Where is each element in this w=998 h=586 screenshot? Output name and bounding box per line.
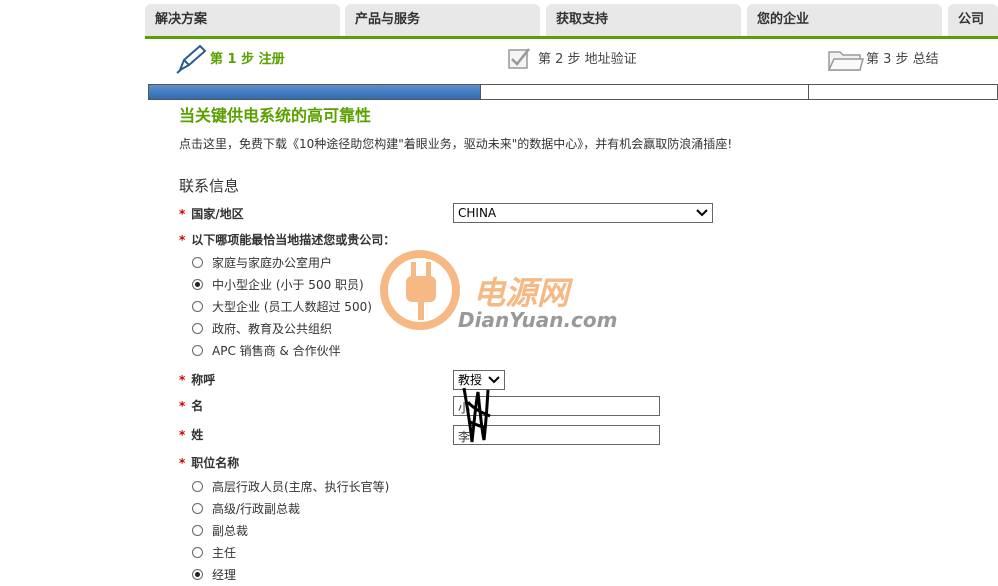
required-mark: * bbox=[179, 233, 186, 247]
last-name-label: * 姓 bbox=[179, 428, 204, 442]
radio-button[interactable] bbox=[192, 345, 203, 356]
company-option[interactable]: 中小型企业 (小于 500 职员) bbox=[192, 276, 364, 294]
radio-button-selected[interactable] bbox=[192, 569, 203, 580]
required-mark: * bbox=[179, 428, 186, 442]
progress-divider bbox=[480, 85, 481, 99]
redaction-scribble bbox=[462, 387, 491, 443]
country-label: * 国家/地区 bbox=[179, 207, 244, 221]
section-title: 联系信息 bbox=[179, 177, 240, 195]
checkbox-check-icon bbox=[508, 48, 530, 69]
progress-fill bbox=[149, 85, 480, 99]
job-title-label: * 职位名称 bbox=[179, 456, 240, 470]
required-mark: * bbox=[179, 399, 186, 413]
plug-icon bbox=[380, 250, 460, 330]
promo-text[interactable]: 点击这里，免费下载《10种途径助您构建"着眼业务，驱动未来"的数据中心》，并有机… bbox=[179, 135, 732, 152]
job-option[interactable]: 高层行政人员(主席、执行长官等) bbox=[192, 478, 389, 496]
required-mark: * bbox=[179, 373, 186, 387]
radio-button[interactable] bbox=[192, 481, 203, 492]
radio-button[interactable] bbox=[192, 301, 203, 312]
job-option[interactable]: 主任 bbox=[192, 544, 236, 562]
company-option[interactable]: APC 销售商 & 合作伙伴 bbox=[192, 342, 341, 360]
first-name-label: * 名 bbox=[179, 399, 204, 413]
step-2-label: 第 2 步 地址验证 bbox=[538, 52, 637, 67]
job-option[interactable]: 副总裁 bbox=[192, 522, 248, 540]
radio-button-selected[interactable] bbox=[192, 279, 203, 290]
job-option[interactable]: 高级/行政副总裁 bbox=[192, 500, 300, 518]
radio-button[interactable] bbox=[192, 323, 203, 334]
radio-button[interactable] bbox=[192, 547, 203, 558]
top-navigation: 解决方案 产品与服务 获取支持 您的企业 公司 bbox=[145, 4, 998, 36]
chevron-down-icon bbox=[696, 204, 708, 228]
salutation-label: * 称呼 bbox=[179, 373, 216, 387]
folder-icon bbox=[827, 51, 864, 71]
headline: 当关键供电系统的高可靠性 bbox=[179, 106, 372, 125]
progress-bar bbox=[148, 84, 998, 100]
progress-divider bbox=[808, 85, 809, 99]
nav-tab-solutions[interactable]: 解决方案 bbox=[145, 4, 340, 36]
watermark-domain: DianYuan.com bbox=[458, 308, 618, 332]
job-option[interactable]: 经理 bbox=[192, 566, 236, 584]
pen-icon bbox=[176, 44, 207, 74]
nav-tab-business[interactable]: 您的企业 bbox=[747, 4, 942, 36]
company-option[interactable]: 家庭与家庭办公室用户 bbox=[192, 254, 332, 272]
required-mark: * bbox=[179, 456, 186, 470]
company-question-label: * 以下哪项能最恰当地描述您或贵公司： bbox=[179, 233, 396, 247]
step-3-label: 第 3 步 总结 bbox=[866, 52, 939, 67]
country-select[interactable]: CHINA bbox=[453, 203, 713, 223]
radio-button[interactable] bbox=[192, 503, 203, 514]
step-1-label: 第 1 步 注册 bbox=[210, 52, 285, 67]
nav-tab-company[interactable]: 公司 bbox=[948, 4, 998, 36]
required-mark: * bbox=[179, 207, 186, 221]
radio-button[interactable] bbox=[192, 525, 203, 536]
nav-divider bbox=[145, 36, 998, 39]
company-option[interactable]: 大型企业 (员工人数超过 500) bbox=[192, 298, 372, 316]
radio-button[interactable] bbox=[192, 257, 203, 268]
company-option[interactable]: 政府、教育及公共组织 bbox=[192, 320, 332, 338]
nav-tab-products[interactable]: 产品与服务 bbox=[345, 4, 540, 36]
nav-tab-support[interactable]: 获取支持 bbox=[546, 4, 741, 36]
